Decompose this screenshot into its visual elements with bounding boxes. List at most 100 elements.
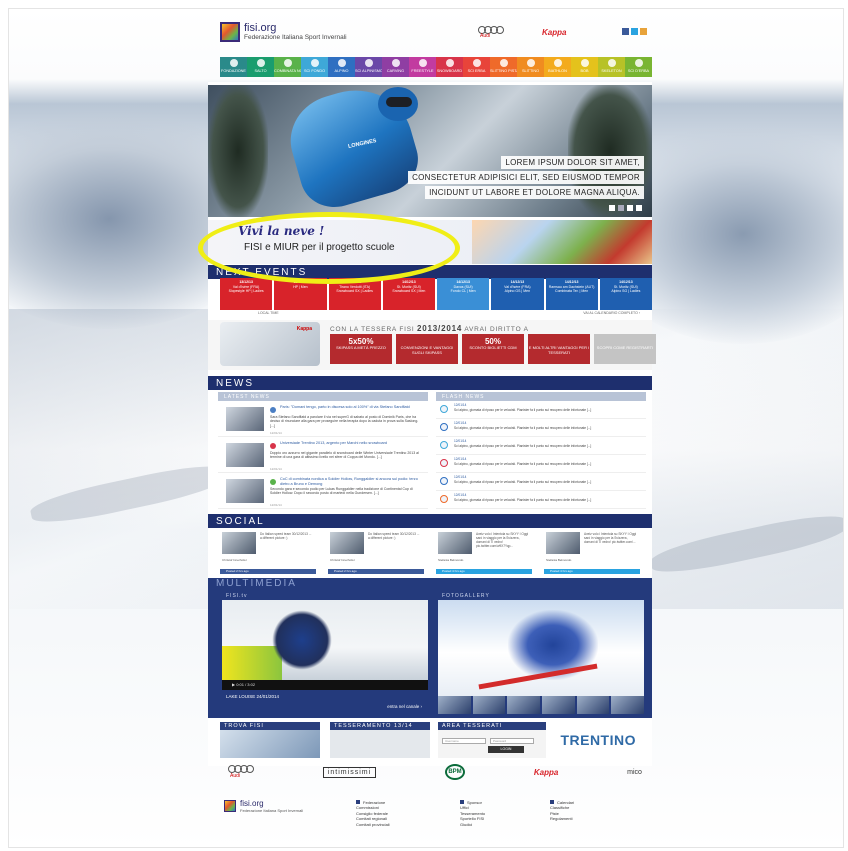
social-post-image[interactable] bbox=[546, 532, 580, 554]
sponsor-kappa[interactable]: Kappa bbox=[534, 768, 558, 777]
flash-news-item[interactable]: 12/01/14 Sci alpino, giornata di riposo p… bbox=[436, 437, 646, 455]
social-post-bar[interactable]: Posted 2 hrs ago bbox=[220, 569, 316, 574]
login-button[interactable]: LOGIN bbox=[488, 746, 524, 753]
social-post[interactable]: Aveiz volo i Intentola su SKYY I Oggi sa… bbox=[540, 532, 640, 574]
event-card[interactable]: 14/12/13 St. Moritz (SUI) Alpino SG | Ladi… bbox=[599, 278, 652, 310]
facebook-icon[interactable] bbox=[622, 28, 629, 35]
menu-item[interactable]: SCI ERBA bbox=[463, 57, 490, 77]
gallery-thumb[interactable] bbox=[542, 696, 575, 714]
slider-dot[interactable] bbox=[627, 205, 633, 211]
menu-item[interactable]: SLITTINO bbox=[517, 57, 544, 77]
audi-logo[interactable]: Audi bbox=[478, 26, 504, 40]
flash-news-item[interactable]: 12/01/14 Sci alpino, giornata di riposo p… bbox=[436, 419, 646, 437]
sponsor-mico[interactable]: mico bbox=[627, 769, 642, 776]
social-post[interactable]: Do Italian speed team 30/12/2013 ... a d… bbox=[324, 532, 424, 574]
event-discipline: HP | Men bbox=[293, 284, 308, 289]
video-controls[interactable]: ▶ 0:01 / 3:02 bbox=[222, 680, 428, 690]
footer-link[interactable]: Giudici bbox=[460, 822, 485, 827]
social-post[interactable]: Do Italian speed team 30/12/2013 ... a d… bbox=[216, 532, 316, 574]
latest-news-item[interactable]: Paris: "Domani tengo, parto in discesa s… bbox=[218, 401, 428, 437]
tessera-benefit[interactable]: 5x50% SKIPASS A METÀ PREZZO bbox=[330, 334, 392, 364]
calendar-link[interactable]: VAI AL CALENDARIO COMPLETO › bbox=[583, 311, 640, 315]
news-title[interactable]: CoC di combinata nordica a Soldier Hollo… bbox=[280, 477, 420, 486]
slider-dot[interactable] bbox=[636, 205, 642, 211]
news-thumbnail[interactable] bbox=[226, 407, 264, 431]
flash-news-text: Sci alpino, giornata di riposo per le ve… bbox=[454, 444, 592, 448]
menu-item[interactable]: SCI D'ERBA bbox=[625, 57, 652, 77]
social-post-text: Do Italian speed team 30/12/2013 ... a d… bbox=[368, 532, 420, 540]
flash-news-item[interactable]: 12/01/14 Sci alpino, giornata di riposo p… bbox=[436, 473, 646, 491]
news-title[interactable]: Universiade Trentino 2013, argento per M… bbox=[280, 441, 420, 446]
flash-news-item[interactable]: 12/01/14 Sci alpino, giornata di riposo p… bbox=[436, 455, 646, 473]
gallery-thumb[interactable] bbox=[507, 696, 541, 714]
footer-link[interactable]: Comitati provinciali bbox=[356, 822, 390, 827]
menu-item[interactable]: SALTO bbox=[247, 57, 274, 77]
event-card[interactable]: 14/12/13 Davos (SUI) Fondo CL | Men bbox=[437, 278, 490, 310]
password-field[interactable]: Password bbox=[490, 738, 534, 744]
twitter-icon[interactable] bbox=[631, 28, 638, 35]
trova-fisi[interactable]: TROVA FISI bbox=[220, 722, 320, 758]
gallery-thumb[interactable] bbox=[576, 696, 610, 714]
event-card[interactable]: 14/12/13 Val d'Isère (FRA) Alpino GS | Men bbox=[491, 278, 544, 310]
tesseramento[interactable]: TESSERAMENTO 13/14 bbox=[330, 722, 430, 758]
tessera-benefit[interactable]: SCOPRI COME REGISTRARTI bbox=[594, 334, 656, 364]
news-thumbnail[interactable] bbox=[226, 443, 264, 467]
footer-link[interactable]: Regolamenti bbox=[550, 816, 574, 821]
news-title[interactable]: Paris: "Domani tengo, parto in discesa s… bbox=[280, 405, 420, 410]
fisi-logo[interactable] bbox=[220, 22, 240, 42]
menu-item[interactable]: SCI ALPINISMO bbox=[355, 57, 382, 77]
fotogallery-label: FOTOGALLERY bbox=[438, 592, 644, 600]
sponsor-audi[interactable]: Audi bbox=[228, 765, 254, 779]
site-name[interactable]: fisi.org bbox=[244, 22, 276, 34]
slider-dot[interactable] bbox=[618, 205, 624, 211]
menu-item[interactable]: SNOWBOARD bbox=[436, 57, 463, 77]
social-post-image[interactable] bbox=[330, 532, 364, 554]
menu-item[interactable]: SLITTINO PISTA NATURALE bbox=[490, 57, 517, 77]
social-post-bar[interactable]: Posted 4 hrs ago bbox=[544, 569, 640, 574]
gallery-thumb[interactable] bbox=[438, 696, 471, 714]
menu-item[interactable]: SKELETON bbox=[598, 57, 625, 77]
kappa-logo[interactable]: Kappa bbox=[542, 28, 566, 37]
hero-slider[interactable]: LONGINES LOREM IPSUM DOLOR SIT AMET, CON… bbox=[208, 85, 652, 217]
gallery-thumb[interactable] bbox=[611, 696, 645, 714]
sponsor-intimissimi[interactable]: intimissimi bbox=[322, 766, 377, 778]
menu-item[interactable]: CARVING bbox=[382, 57, 409, 77]
latest-news-item[interactable]: Universiade Trentino 2013, argento per M… bbox=[218, 437, 428, 473]
social-post-image[interactable] bbox=[438, 532, 472, 554]
tessera-benefit[interactable]: CONVENZIONI E VANTAGGI SUGLI SKIPASS bbox=[396, 334, 458, 364]
username-field[interactable]: Username bbox=[442, 738, 486, 744]
video-player[interactable] bbox=[222, 600, 428, 680]
event-card[interactable]: 13/12/13 Val d'Isère (FRA) Slopestyle HP |… bbox=[220, 278, 273, 310]
benefit-text: SKIPASS A METÀ PREZZO bbox=[336, 345, 386, 351]
flash-news-icon bbox=[440, 459, 448, 467]
slider-dot[interactable] bbox=[609, 205, 615, 211]
social-post-bar[interactable]: Posted 2 hrs ago bbox=[328, 569, 424, 574]
channel-link[interactable]: entra nel canale › bbox=[387, 704, 422, 709]
gallery-main-photo[interactable] bbox=[438, 600, 644, 696]
rss-icon[interactable] bbox=[640, 28, 647, 35]
flash-news-item[interactable]: 12/01/14 Sci alpino, giornata di riposo p… bbox=[436, 491, 646, 509]
menu-item[interactable]: BIATHLON bbox=[544, 57, 571, 77]
tessera-benefit[interactable]: 50% SCONTO BIGLIETTI CDM bbox=[462, 334, 524, 364]
tessera-benefit[interactable]: E MOLTI ALTRI VANTAGGI PER I TESSERATI bbox=[528, 334, 590, 364]
trentino-logo[interactable]: TRENTINO bbox=[560, 732, 636, 748]
menu-item[interactable]: FREESTYLE bbox=[409, 57, 436, 77]
menu-item[interactable]: SCI FONDO bbox=[301, 57, 328, 77]
menu-item[interactable]: COMBINATA NORDICA bbox=[274, 57, 301, 77]
news-thumbnail[interactable] bbox=[226, 479, 264, 503]
menu-item[interactable]: FONDAZIONE bbox=[220, 57, 247, 77]
event-card[interactable]: 14/12/13 Ramsau am Dachstein (AUT) Combina… bbox=[545, 278, 598, 310]
gallery-thumb[interactable] bbox=[472, 696, 506, 714]
social-post-image[interactable] bbox=[222, 532, 256, 554]
flash-news-item[interactable]: 12/01/14 Sci alpino, giornata di riposo p… bbox=[436, 401, 646, 419]
sponsor-bpm[interactable]: BPM bbox=[445, 764, 465, 780]
menu-item[interactable]: ALPINO bbox=[328, 57, 355, 77]
social-post[interactable]: Aveiz volo i Intentola su SKYY I Oggi sa… bbox=[432, 532, 532, 574]
footer-logo[interactable] bbox=[224, 800, 236, 812]
latest-news-item[interactable]: CoC di combinata nordica a Soldier Hollo… bbox=[218, 473, 428, 509]
tessera-banner: Kappa CON LA TESSERA FISI 2013/2014 AVRA… bbox=[208, 320, 656, 370]
social-post-bar[interactable]: Posted 4 hrs ago bbox=[436, 569, 532, 574]
social-post-user: Stefania Belmondo bbox=[438, 558, 464, 562]
event-card[interactable]: 14/12/13 St. Moritz (SUI) Snowboard SX | M… bbox=[382, 278, 435, 310]
menu-item[interactable]: BOB bbox=[571, 57, 598, 77]
